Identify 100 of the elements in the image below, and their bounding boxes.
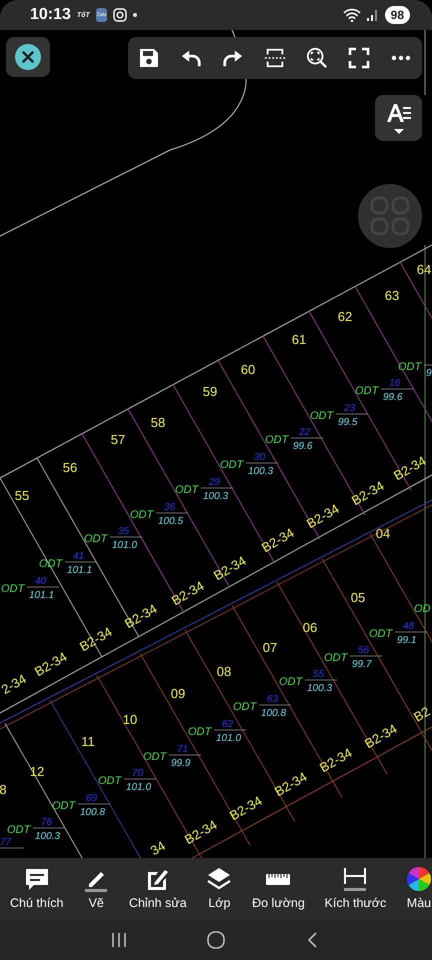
clock: 10:13 xyxy=(30,6,71,24)
area-value: 101.1 xyxy=(67,565,92,576)
tool-button[interactable]: Vẽ xyxy=(83,866,110,910)
land-use-code: ODT xyxy=(355,385,378,397)
lot-number: 71 xyxy=(177,744,188,755)
wifi-icon xyxy=(342,8,361,22)
lot-number: 29 xyxy=(209,477,220,488)
plot-number: 63 xyxy=(384,288,400,303)
lot-number: 22 xyxy=(299,427,310,438)
area-value: 99.6 xyxy=(293,441,312,452)
block-code: 2-34 xyxy=(0,671,29,698)
plot-number: 60 xyxy=(240,362,256,377)
lot-number: 69 xyxy=(86,793,98,804)
lot-number: 56 xyxy=(358,645,370,656)
area-value: 100.8 xyxy=(80,807,106,818)
close-icon xyxy=(15,44,41,70)
tool-button[interactable]: Đo lường xyxy=(252,866,305,910)
lot-number: 30 xyxy=(254,452,266,463)
tool-button[interactable]: Chú thích xyxy=(10,866,64,910)
area-value: 100.5 xyxy=(158,516,184,527)
recent-apps-icon[interactable] xyxy=(110,931,128,949)
land-use-code: ODT xyxy=(143,751,166,763)
land-use-code: ODT xyxy=(279,676,302,688)
camera-icon xyxy=(113,8,128,22)
lot-number: 36 xyxy=(164,502,176,513)
lot-number: 76 xyxy=(41,817,52,828)
area-value: 100.3 xyxy=(35,831,60,842)
land-use-code: ODT xyxy=(7,824,30,836)
plot-number: 04 xyxy=(376,526,390,541)
land-use-code: ODT xyxy=(324,652,348,664)
plot-number: 08 xyxy=(216,664,232,679)
land-use-code: ODT xyxy=(98,775,122,787)
grid-icon xyxy=(368,194,412,238)
layers-icon xyxy=(206,866,232,892)
plot-number: 57 xyxy=(110,432,126,447)
lot-number: 16 xyxy=(389,378,400,389)
plot-number: 11 xyxy=(81,734,95,749)
area-value: 100.3 xyxy=(307,683,332,694)
plot-number: 58 xyxy=(150,415,166,430)
land-use-code: ODT xyxy=(188,726,212,738)
tool-button[interactable]: Màu xyxy=(406,866,432,910)
plot-number: 05 xyxy=(350,590,366,605)
land-use-code: ODT xyxy=(130,509,154,521)
zoom-fit-icon[interactable] xyxy=(306,47,328,69)
land-use-code: ODT xyxy=(52,800,76,812)
tool-button[interactable]: Lớp xyxy=(206,866,232,910)
lot-number: 55 xyxy=(313,669,324,680)
plot-number: 61 xyxy=(292,332,306,347)
dimension-icon xyxy=(342,866,368,892)
cad-drawing[interactable] xyxy=(0,30,432,858)
block-code: B2 xyxy=(411,704,432,725)
plot-number: 62 xyxy=(338,309,352,324)
lot-number: 62 xyxy=(222,719,234,730)
lot-number: 23 xyxy=(344,403,356,414)
lot-number: 48 xyxy=(403,621,414,632)
tool-button[interactable]: Kích thước xyxy=(324,866,386,910)
land-use-code: ODT xyxy=(1,583,24,595)
area-value: 99.9 xyxy=(171,758,190,769)
lot-number: 40 xyxy=(35,576,46,587)
comment-icon xyxy=(24,866,50,892)
area-value: 100.8 xyxy=(261,708,286,719)
land-use-code: ODT xyxy=(175,484,198,496)
lot-number: 63 xyxy=(267,694,278,705)
block-code: 34 xyxy=(148,838,168,858)
land-use-code: ODT xyxy=(265,434,288,446)
area-value: 100.3 xyxy=(203,491,228,502)
land-use-code: ODT xyxy=(369,628,392,640)
plot-number: 59 xyxy=(202,384,218,399)
color-wheel-icon xyxy=(406,866,432,892)
land-use-code: ODT xyxy=(233,701,256,713)
area-value: 99.7 xyxy=(352,659,372,670)
plot-number: 8 xyxy=(0,782,7,797)
area-value: 99.5 xyxy=(338,417,358,428)
lot-number: 77 xyxy=(0,837,12,848)
land-use-code: ODT xyxy=(220,459,244,471)
area-value: 101.0 xyxy=(216,733,242,744)
lot-number: 35 xyxy=(118,526,130,537)
save-icon[interactable] xyxy=(138,47,160,69)
area-value: 101.0 xyxy=(126,782,152,793)
area-value: 99.6 xyxy=(383,392,402,403)
plot-number: 55 xyxy=(14,488,30,503)
area-value: 101.0 xyxy=(112,540,138,551)
plot-number: 07 xyxy=(262,640,278,655)
text-style-button[interactable] xyxy=(375,95,422,141)
home-icon[interactable] xyxy=(206,931,225,949)
fullscreen-icon[interactable] xyxy=(348,47,370,69)
area-value: 99.1 xyxy=(397,635,416,646)
dot-icon xyxy=(133,13,138,17)
close-button[interactable] xyxy=(6,37,50,77)
plot-number: 10 xyxy=(122,712,138,727)
lot-number: 70 xyxy=(132,768,144,779)
plot-number: 06 xyxy=(302,620,318,635)
scan-icon[interactable] xyxy=(264,47,286,69)
lot-number: 41 xyxy=(73,551,84,562)
signal-icon xyxy=(366,9,379,21)
plot-number: 56 xyxy=(62,460,78,475)
area-value: 101.1 xyxy=(29,590,54,601)
plot-number: 09 xyxy=(170,686,186,701)
land-use-code: ODT xyxy=(84,533,108,545)
tool-button[interactable]: Chỉnh sửa xyxy=(128,866,187,910)
